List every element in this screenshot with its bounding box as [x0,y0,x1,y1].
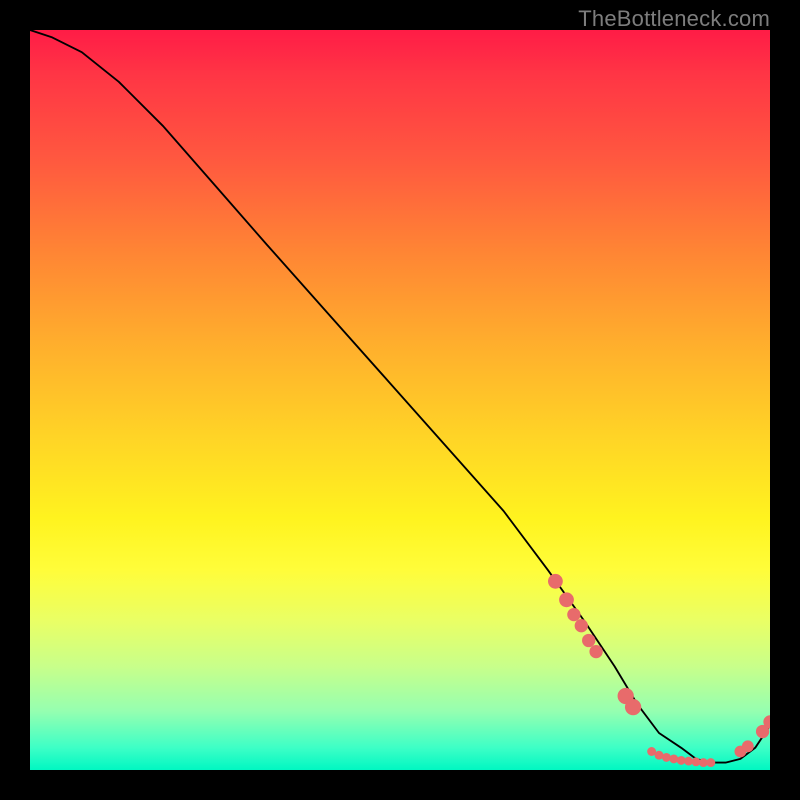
watermark-text: TheBottleneck.com [578,6,770,32]
chart-stage: TheBottleneck.com [0,0,800,800]
plot-area [30,30,770,770]
plot-gradient-background [30,30,770,770]
